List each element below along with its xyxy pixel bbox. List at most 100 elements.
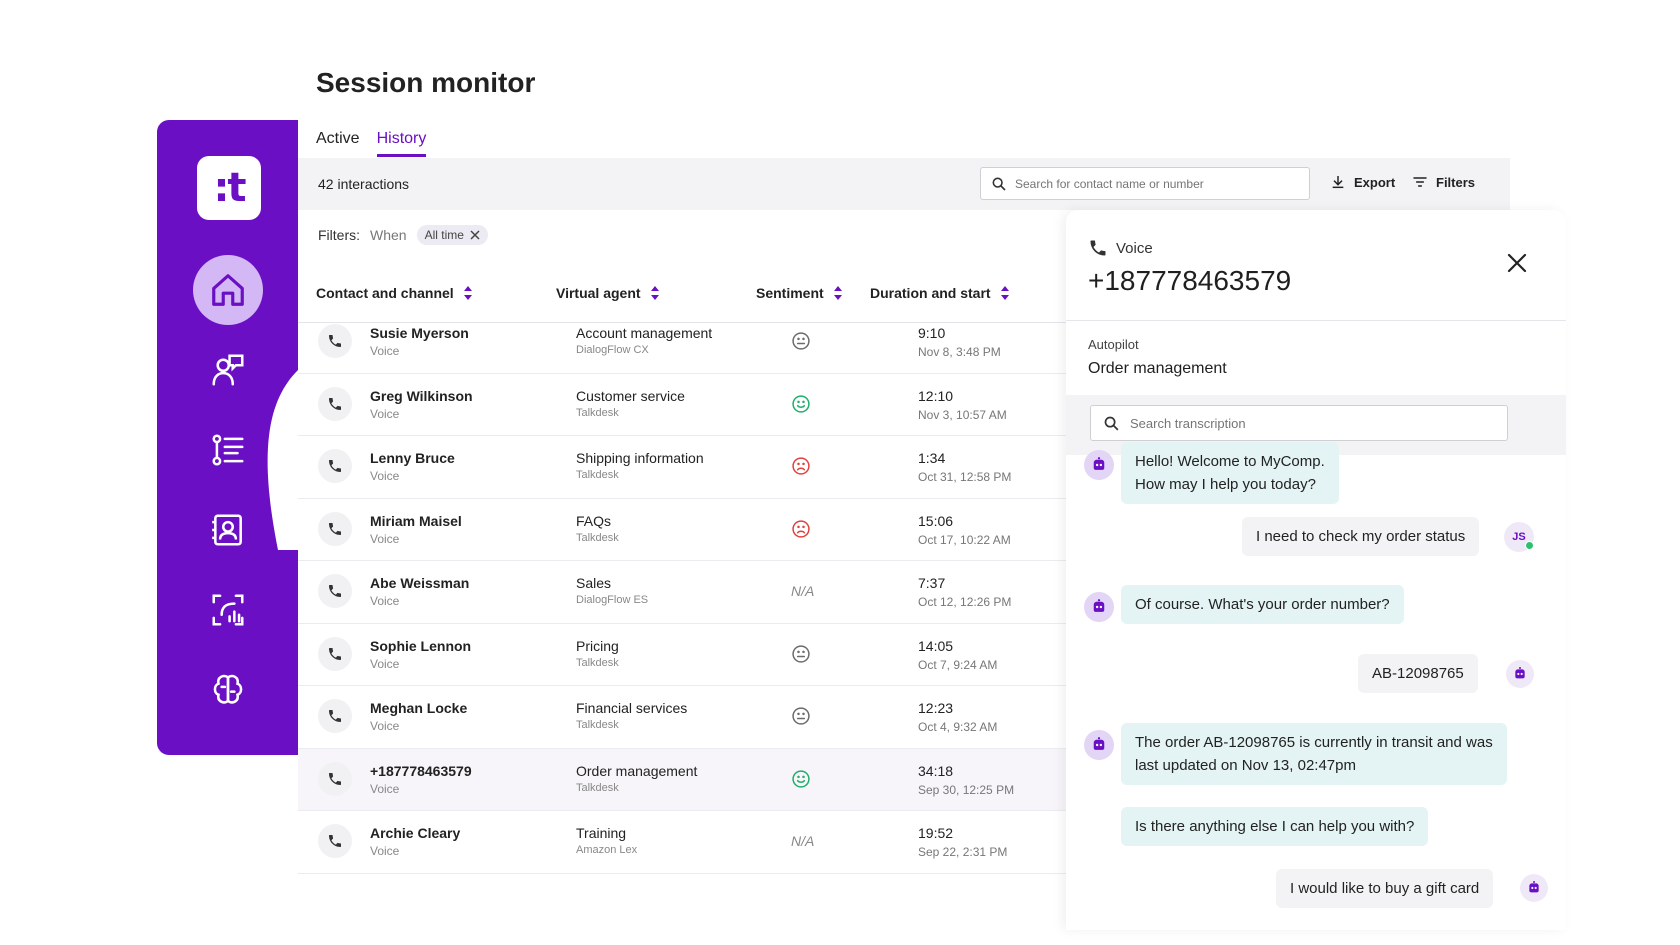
table-row[interactable]: Sophie Lennon Voice Pricing Talkdesk 14:05 Oc… [298, 624, 1078, 686]
table-row[interactable]: Susie Myerson Voice Account management Dial… [298, 311, 1078, 374]
column-header-duration[interactable]: Duration and start [870, 285, 1009, 301]
close-icon[interactable] [470, 230, 480, 240]
sidebar-item-ai[interactable] [193, 655, 263, 725]
table-row[interactable]: Archie Cleary Voice Training Amazon Lex N/A 1… [298, 811, 1078, 874]
sentiment-negative-icon [792, 519, 810, 538]
session-detail-panel: Voice +187778463579 Autopilot Order mana… [1066, 210, 1566, 930]
sidebar-item-agents[interactable] [193, 335, 263, 405]
search-icon [1104, 416, 1119, 430]
column-header-agent[interactable]: Virtual agent [556, 285, 659, 301]
start-time: Oct 7, 9:24 AM [918, 657, 998, 672]
contact-search[interactable] [980, 167, 1310, 200]
bot-avatar [1084, 450, 1114, 480]
column-header-contact[interactable]: Contact and channel [316, 285, 472, 301]
bot-message: Hello! Welcome to MyComp. How may I help… [1121, 442, 1339, 504]
sort-icon[interactable] [650, 286, 659, 300]
contact-name: Archie Cleary [370, 825, 461, 841]
contact-channel: Voice [370, 469, 400, 483]
transcription-search-input[interactable] [1130, 415, 1490, 431]
contact-search-input[interactable] [1015, 176, 1295, 191]
brain-icon [213, 674, 243, 704]
interaction-count: 42 interactions [318, 176, 410, 192]
bot-message: Is there anything else I can help you wi… [1121, 807, 1429, 846]
sentiment-na: N/A [791, 833, 815, 849]
contact-channel: Voice [370, 406, 400, 421]
close-icon[interactable] [1506, 252, 1528, 274]
interactions-table: Susie Myerson Voice Account management Dial… [298, 311, 1078, 874]
virtual-agent: Account management [576, 325, 713, 341]
table-row[interactable]: Lenny Bruce Voice Shipping information Talk… [298, 436, 1078, 499]
contact-channel: Voice [370, 344, 400, 358]
table-row[interactable]: Greg Wilkinson Voice Customer service Talkd… [298, 374, 1078, 436]
sentiment-neutral-icon [792, 644, 810, 663]
table-row[interactable]: Miriam Maisel Voice FAQs Talkdesk 15:06 Oct 1… [298, 499, 1078, 561]
tab-active[interactable]: Active [316, 130, 360, 157]
filter-when-label: When [370, 227, 407, 243]
app-logo[interactable]: :t [197, 156, 261, 220]
virtual-agent: Financial services [576, 700, 688, 716]
robot-icon [1515, 667, 1525, 679]
tab-history[interactable]: History [376, 130, 427, 157]
contact-name: +187778463579 [370, 762, 472, 779]
table-row[interactable]: Abe Weissman Voice Sales DialogFlow ES N/A 7:… [298, 561, 1078, 624]
contact-channel: Voice [370, 781, 400, 796]
contact-channel: Voice [370, 844, 400, 858]
filters-heading: Filters: [318, 227, 360, 243]
message-line: How may I help you today? [1135, 476, 1316, 493]
duration: 1:34 [918, 450, 946, 466]
phone-icon [318, 511, 352, 546]
start-time: Sep 22, 2:31 PM [918, 845, 1008, 859]
phone-icon [318, 324, 352, 358]
agent-platform: Talkdesk [576, 531, 619, 544]
start-time: Oct 4, 9:32 AM [918, 720, 998, 734]
detail-contact-number: +187778463579 [1088, 265, 1292, 296]
virtual-agent: Customer service [576, 387, 685, 404]
agent-platform: Talkdesk [576, 719, 619, 731]
robot-icon [1093, 599, 1105, 612]
duration: 34:18 [918, 762, 954, 779]
tabs: Active History [316, 130, 427, 157]
virtual-agent: Sales [576, 575, 612, 591]
bot-avatar [1520, 874, 1548, 902]
virtual-agent: Pricing [576, 637, 619, 654]
column-header-sentiment[interactable]: Sentiment [756, 285, 842, 301]
contact-name: Miriam Maisel [370, 512, 462, 529]
analytics-icon [212, 594, 244, 626]
table-row[interactable]: Meghan Locke Voice Financial services Talkd… [298, 686, 1078, 749]
agent-platform: Talkdesk [576, 781, 619, 794]
detail-channel-label: Voice [1116, 239, 1153, 257]
sort-icon[interactable] [833, 286, 842, 300]
start-time: Nov 3, 10:57 AM [918, 407, 1007, 422]
agent-platform: Talkdesk [576, 469, 619, 481]
export-button[interactable]: Export [1330, 174, 1395, 190]
transcription-search[interactable] [1090, 405, 1508, 441]
export-label: Export [1354, 174, 1396, 190]
message-line: last updated on Nov 13, 02:47pm [1135, 757, 1356, 774]
sidebar-item-analytics[interactable] [193, 575, 263, 645]
agent-chat-icon [212, 354, 244, 386]
sentiment-positive-icon [792, 394, 810, 413]
virtual-agent: Order management [576, 762, 698, 779]
active-filters: Filters: When All time [318, 225, 488, 245]
sidebar-item-list[interactable] [193, 415, 263, 485]
phone-icon [318, 699, 352, 733]
filter-chip-all-time[interactable]: All time [416, 225, 488, 245]
duration: 9:10 [918, 325, 946, 341]
contact-name: Abe Weissman [370, 575, 470, 591]
user-message: AB-12098765 [1358, 654, 1478, 693]
sort-icon[interactable] [1000, 286, 1009, 300]
filters-label: Filters [1436, 174, 1476, 190]
bot-message: The order AB-12098765 is currently in tr… [1121, 723, 1507, 785]
sort-icon[interactable] [463, 286, 472, 300]
phone-icon [318, 449, 352, 483]
phone-icon [318, 761, 352, 796]
detail-channel: Voice [1088, 238, 1153, 258]
phone-icon [318, 386, 352, 421]
contact-name: Meghan Locke [370, 700, 468, 716]
filters-button[interactable]: Filters [1412, 174, 1475, 190]
bot-message: Of course. What's your order number? [1121, 585, 1404, 624]
sidebar-item-contacts[interactable] [193, 495, 263, 565]
sidebar-item-home[interactable] [193, 255, 263, 325]
agent-platform: DialogFlow ES [576, 594, 649, 606]
table-row[interactable]: +187778463579 Voice Order management Talkde… [298, 748, 1078, 811]
